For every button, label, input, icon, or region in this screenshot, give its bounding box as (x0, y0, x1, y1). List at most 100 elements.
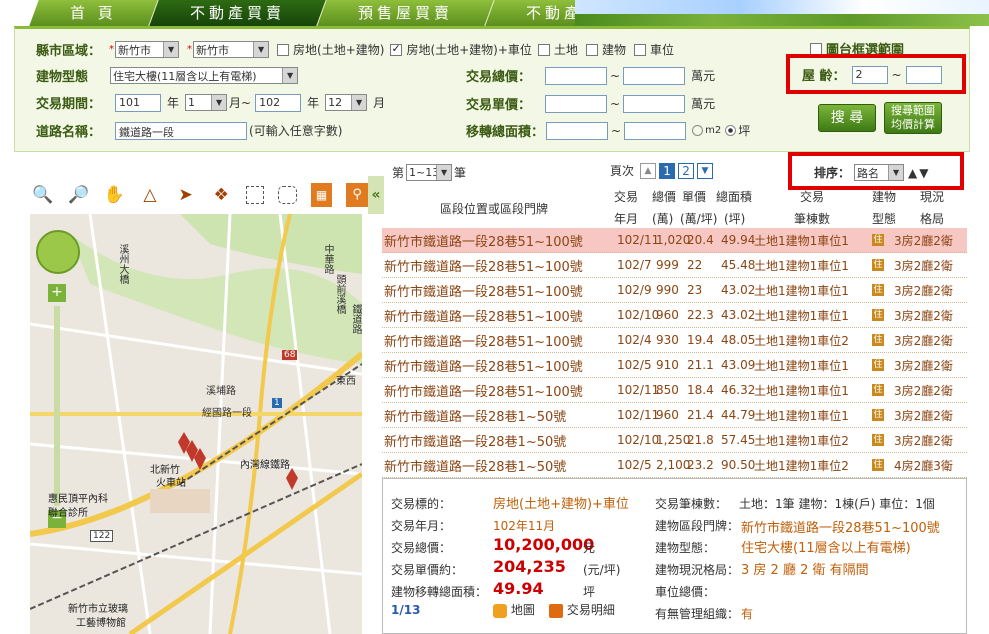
cell-date: 102/11 (617, 383, 660, 397)
table-row[interactable]: 新竹市鐵道路一段28巷1~50號 102/10 1,250 21.8 57.45 土地1建… (382, 428, 967, 453)
total-price-max-input[interactable] (623, 66, 686, 85)
map-label: 鐵道路 (350, 304, 361, 334)
cell-count: 土地1建物1車位1 (754, 258, 849, 273)
cell-total: 930 (656, 333, 679, 347)
cell-type: 住 (872, 359, 884, 371)
county-select[interactable]: 新竹市 ▼ (115, 41, 180, 58)
cell-count: 土地1建物1車位2 (754, 433, 849, 448)
table-row[interactable]: 新竹市鐵道路一段28巷51~100號 102/4 930 19.4 48.05 土地1建物… (382, 328, 967, 353)
rect-select-icon[interactable] (246, 186, 265, 204)
document-icon (549, 603, 563, 618)
road-shield: 1 (272, 398, 282, 408)
cell-layout: 3房2廳2衛 (894, 433, 953, 448)
range-select[interactable]: 1~13 ▼ (406, 164, 453, 181)
cell-area: 43.09 (721, 358, 756, 372)
land-building-parking-checkbox[interactable] (390, 42, 403, 56)
sort-asc-icon[interactable]: ▲ (908, 166, 917, 180)
detail-link[interactable]: 交易明細 (549, 601, 615, 618)
cell-unit: 23.2 (687, 458, 714, 472)
area-max-input[interactable] (624, 121, 687, 140)
identify-icon[interactable]: ❖ (210, 183, 232, 207)
cell-addr: 新竹市鐵道路一段28巷1~50號 (384, 409, 567, 425)
area-min-input[interactable] (546, 121, 609, 140)
building-type-select[interactable]: 住宅大樓(11層含以上有電梯) ▼ (110, 67, 299, 84)
age-max-input[interactable] (905, 65, 942, 84)
unit-price-max-input[interactable] (623, 94, 686, 113)
age-min-input[interactable]: 2 (851, 65, 888, 84)
cell-total: 2,100 (656, 458, 691, 472)
cell-type: 住 (872, 334, 884, 346)
zoom-out-icon[interactable]: 🔎 (68, 183, 90, 207)
map-label: 頭前溪橋 (334, 274, 345, 314)
district-select[interactable]: 新竹市 ▼ (193, 41, 270, 58)
next-page-button[interactable]: ▼ (697, 162, 714, 179)
month-from-select[interactable]: 1 ▼ (185, 94, 228, 111)
map-label: 工藝博物館 (76, 618, 126, 629)
map-label: 經國路一段 (202, 408, 252, 419)
month-to-select[interactable]: 12 ▼ (325, 94, 368, 111)
table-row[interactable]: 新竹市鐵道路一段28巷51~100號 102/7 999 22 45.48 土地1建物1車… (382, 253, 967, 278)
table-row[interactable]: 新竹市鐵道路一段28巷1~50號 102/5 2,100 23.2 90.50 土地1建物… (382, 453, 967, 478)
tab-real-estate-sale[interactable]: 不動產買賣 (149, 0, 327, 26)
pointer-icon[interactable]: ➤ (175, 183, 197, 207)
search-button[interactable]: 搜 尋 (818, 104, 876, 132)
pan-control[interactable] (36, 230, 80, 274)
year-to-input[interactable]: 102 (255, 93, 302, 112)
table-row[interactable]: 新竹市鐵道路一段28巷51~100號 102/9 990 23 43.02 土地1建物1車… (382, 278, 967, 303)
cell-count: 土地1建物1車位1 (754, 283, 849, 298)
cell-area: 57.45 (721, 433, 756, 447)
cell-total: 910 (656, 358, 679, 372)
table-row[interactable]: 新竹市鐵道路一段28巷51~100號 102/11 850 18.4 46.32 土地1建… (382, 378, 967, 403)
cell-date: 102/4 (617, 333, 652, 347)
table-row[interactable]: 新竹市鐵道路一段28巷51~100號 102/10 960 22.3 43.02 土地1建… (382, 303, 967, 328)
sort-select[interactable]: 路名 ▼ (854, 164, 905, 181)
cell-count: 土地1建物1車位1 (754, 358, 849, 373)
cell-unit: 22.3 (687, 308, 714, 322)
table-row[interactable]: 新竹市鐵道路一段28巷51~100號 102/5 910 21.1 43.09 土地1建物… (382, 353, 967, 378)
tab-presale[interactable]: 預售屋買賣 (317, 0, 495, 26)
zoom-in-icon[interactable]: 🔍 (32, 183, 54, 207)
map-layer-icon[interactable]: ⚲ (346, 183, 369, 207)
road-name-input[interactable]: 鐵道路一段 (115, 121, 248, 140)
year-from-input[interactable]: 101 (115, 93, 162, 112)
circle-select-icon[interactable] (278, 186, 297, 204)
area-ping-radio[interactable] (725, 125, 737, 136)
area-m2-radio[interactable] (692, 125, 704, 136)
cell-type: 住 (872, 409, 884, 421)
cell-area: 46.32 (721, 383, 756, 397)
map-canvas (30, 214, 362, 634)
map-panel[interactable]: + − 溪州大橋 中華路 頭前溪橋 鐵道路 溪埔路 經國路一段 東西 北新竹 火… (30, 214, 362, 634)
land-checkbox[interactable] (537, 43, 550, 56)
cell-count: 土地1建物1車位1 (754, 383, 849, 398)
map-select-checkbox[interactable] (810, 42, 822, 55)
cell-count: 土地1建物1車位1 (754, 308, 849, 323)
cell-count: 土地1建物1車位1 (754, 233, 849, 248)
measure-icon[interactable]: △ (139, 183, 161, 207)
sort-desc-icon[interactable]: ▼ (919, 166, 928, 180)
zoom-slider[interactable] (54, 306, 60, 506)
cell-layout: 3房2廳2衛 (894, 308, 953, 323)
unit-price-min-input[interactable] (545, 94, 608, 113)
parking-checkbox[interactable] (633, 43, 646, 56)
cell-layout: 3房2廳2衛 (894, 233, 953, 248)
page-1[interactable]: 1 (659, 162, 676, 179)
grid-icon[interactable]: ▦ (310, 183, 333, 207)
table-row[interactable]: 新竹市鐵道路一段28巷1~50號 102/11 960 21.4 44.79 土地1建物1… (382, 403, 967, 428)
table-row[interactable]: 新竹市鐵道路一段28巷51~100號 102/11 1,020 20.4 49.94 土地… (382, 228, 967, 253)
range-average-button[interactable]: 搜尋範圍 均價計算 (884, 102, 942, 134)
total-price-min-input[interactable] (545, 66, 608, 85)
prev-page-button[interactable]: ▲ (640, 162, 657, 179)
tab-home[interactable]: 首 頁 (29, 0, 159, 26)
land-building-checkbox[interactable] (277, 43, 290, 56)
map-toolbar: 🔍 🔎 ✋ △ ➤ ❖ ▦ ⚲ (28, 178, 369, 212)
cell-total: 1,250 (656, 433, 691, 447)
cell-type: 住 (872, 284, 884, 296)
cell-layout: 4房2廳3衛 (894, 458, 953, 473)
cell-layout: 3房2廳2衛 (894, 333, 953, 348)
pan-hand-icon[interactable]: ✋ (103, 183, 125, 207)
zoom-in-map-icon[interactable]: + (48, 284, 66, 302)
page-2[interactable]: 2 (678, 162, 695, 179)
detail-panel: 交易標的： 房地(土地+建物)+車位 交易年月： 102年11月 交易總價： 1… (382, 478, 967, 634)
map-link[interactable]: 地圖 (493, 601, 535, 618)
building-checkbox[interactable] (585, 43, 598, 56)
